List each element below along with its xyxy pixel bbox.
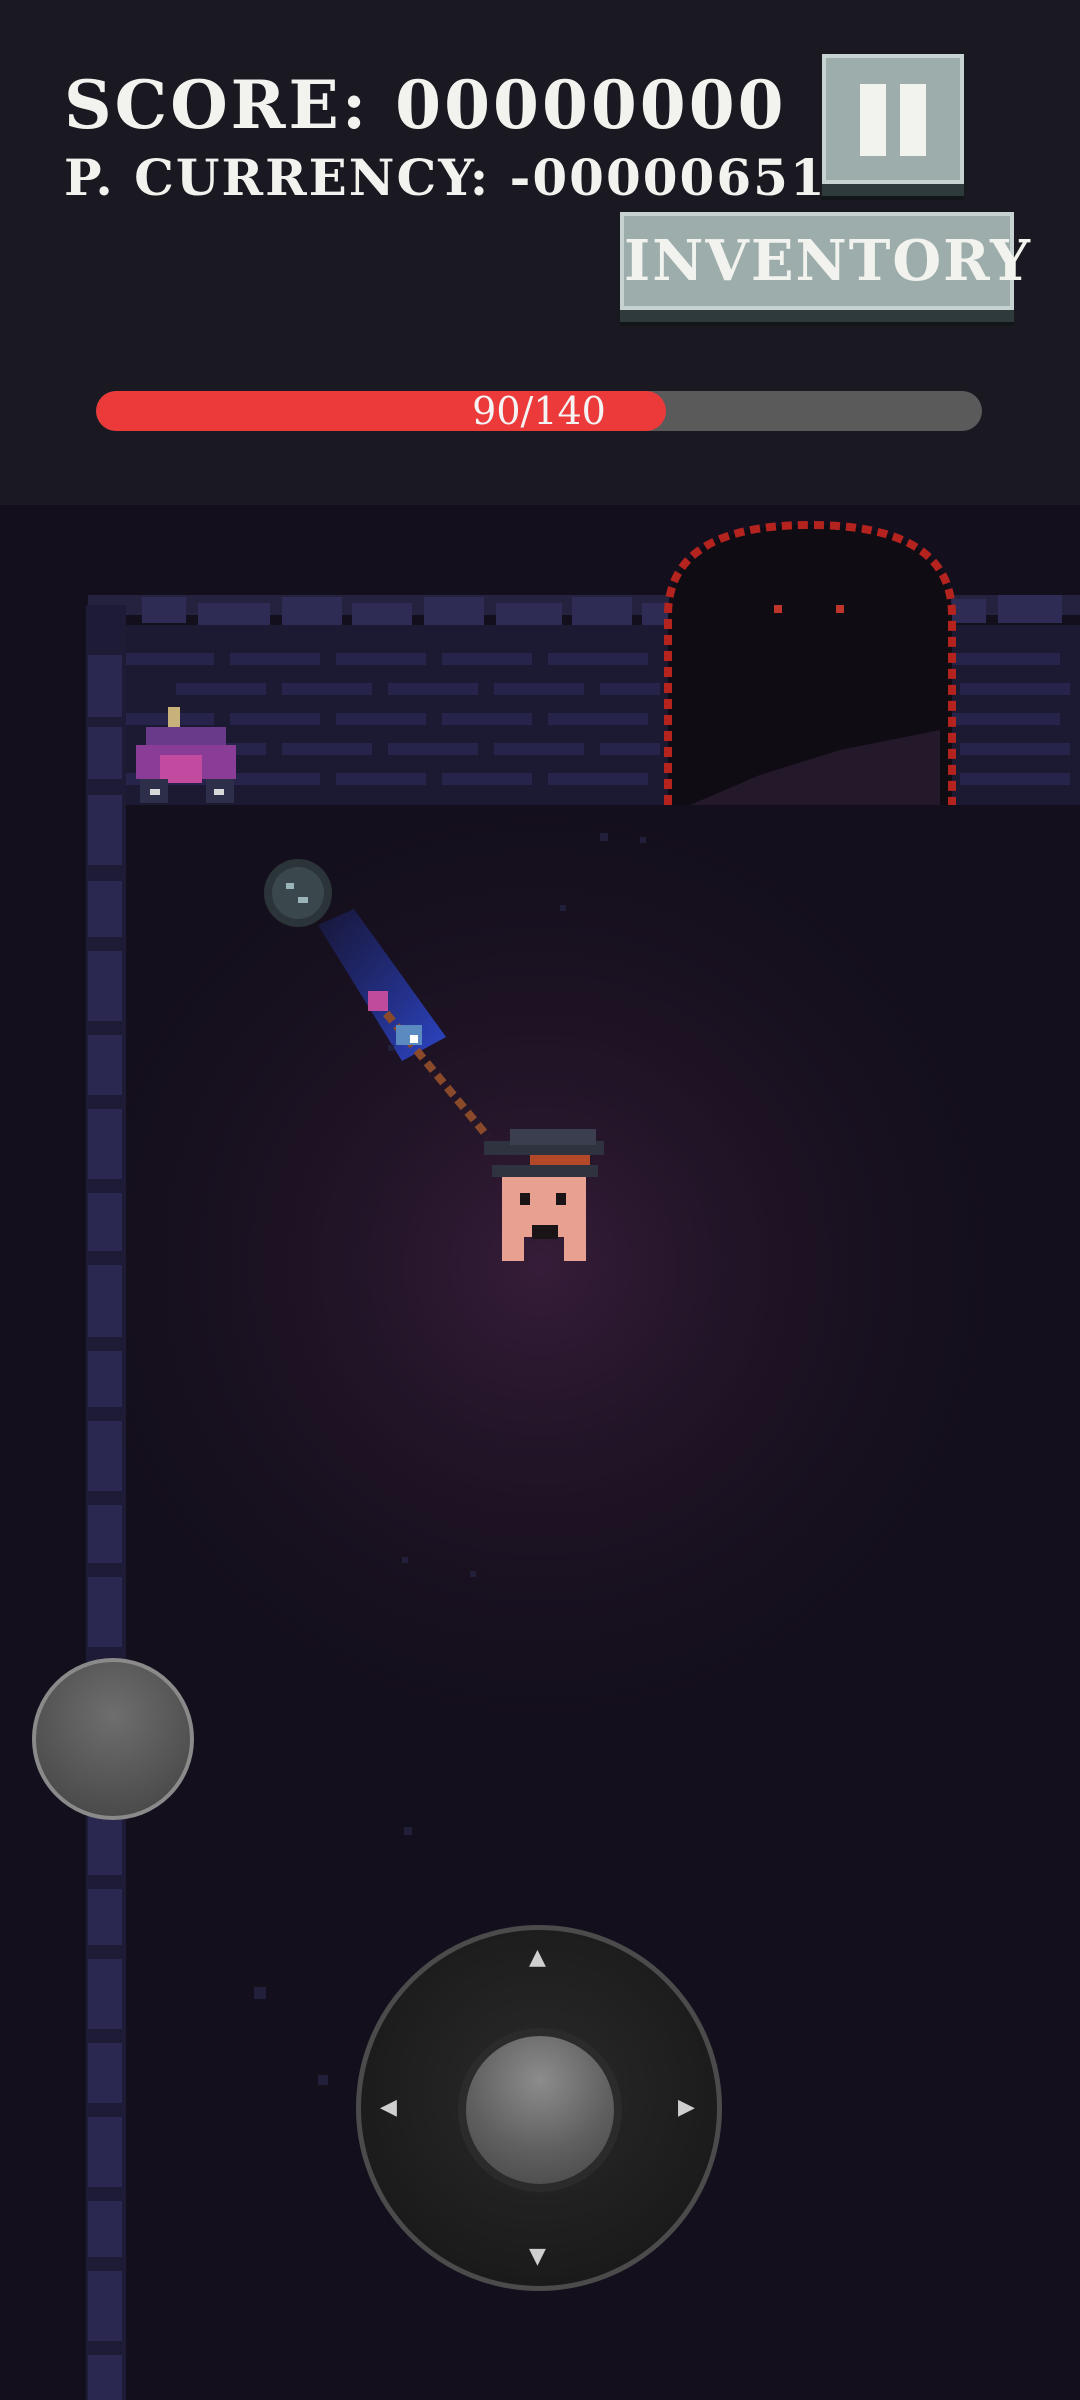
player-light-glow bbox=[20, 745, 1060, 1785]
dpad-right-arrow[interactable]: ▶ bbox=[678, 2097, 695, 2119]
pause-bar-left bbox=[860, 84, 886, 156]
score-label: SCORE: 00000000 bbox=[64, 66, 787, 144]
hud-panel: SCORE: 00000000 P. CURRENCY: -00000651 I… bbox=[0, 0, 1080, 505]
dpad-down-arrow[interactable]: ▼ bbox=[529, 2246, 546, 2268]
left-wall bbox=[86, 605, 126, 2400]
orb-projectile bbox=[264, 859, 332, 927]
door-eye-right bbox=[836, 605, 844, 613]
currency-label: P. CURRENCY: -00000651 bbox=[64, 148, 827, 207]
dungeon-doorway bbox=[664, 520, 956, 805]
dpad-up-arrow[interactable]: ▲ bbox=[529, 1947, 546, 1969]
pause-bar-right bbox=[900, 84, 926, 156]
door-eye-left bbox=[774, 605, 782, 613]
dpad-joystick-knob[interactable] bbox=[458, 2028, 622, 2192]
pause-button[interactable] bbox=[822, 54, 964, 184]
inventory-button[interactable]: INVENTORY bbox=[620, 212, 1030, 310]
health-bar: 90/140 bbox=[96, 391, 982, 431]
dpad-left-arrow[interactable]: ◀ bbox=[380, 2097, 397, 2119]
health-text: 90/140 bbox=[472, 391, 606, 431]
left-joystick-knob[interactable] bbox=[32, 1658, 194, 1820]
